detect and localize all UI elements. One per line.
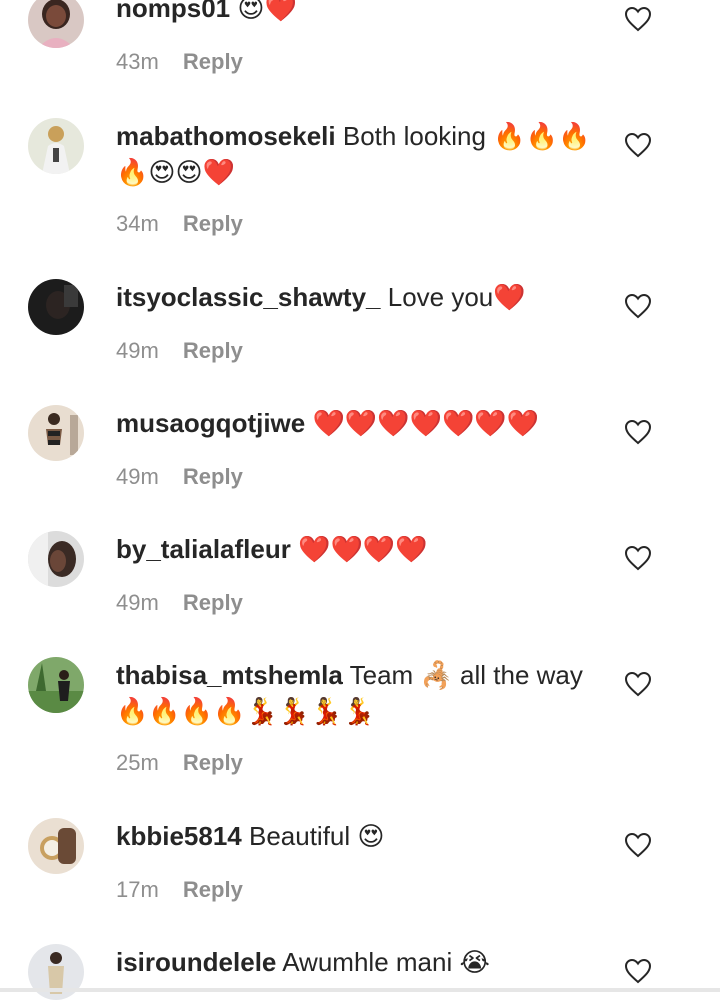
reply-button[interactable]: Reply xyxy=(183,590,243,615)
comment-username[interactable]: by_talialafleur xyxy=(116,534,291,564)
heart-outline-icon[interactable] xyxy=(624,832,652,858)
comment-time: 49m xyxy=(116,590,159,615)
comment-username[interactable]: thabisa_mtshemla xyxy=(116,660,343,690)
comment-body: by_talialafleur ❤️❤️❤️❤️ xyxy=(116,531,606,567)
reply-button[interactable]: Reply xyxy=(183,211,243,236)
comment-text: Love you❤️ xyxy=(387,282,526,312)
reply-button[interactable]: Reply xyxy=(183,49,243,74)
comment-time: 49m xyxy=(116,338,159,363)
comment-text: ❤️❤️❤️❤️❤️❤️❤️ xyxy=(312,408,540,438)
comment-username[interactable]: musaogqotjiwe xyxy=(116,408,305,438)
comment-time: 49m xyxy=(116,464,159,489)
comment-body: kbbie5814 Beautiful 😍 xyxy=(116,818,606,854)
avatar[interactable] xyxy=(28,405,84,461)
comment-time: 43m xyxy=(116,49,159,74)
avatar[interactable] xyxy=(28,531,84,587)
reply-button[interactable]: Reply xyxy=(183,464,243,489)
avatar[interactable] xyxy=(28,657,84,713)
comment-username[interactable]: kbbie5814 xyxy=(116,821,242,851)
comment-time: 25m xyxy=(116,750,159,775)
comment-text: 😍❤️ xyxy=(237,0,297,23)
comment-meta: 49m Reply xyxy=(116,589,243,617)
comment-text: ❤️❤️❤️❤️ xyxy=(298,534,428,564)
heart-outline-icon[interactable] xyxy=(624,6,652,32)
comment-username[interactable]: itsyoclassic_shawty_ xyxy=(116,282,381,312)
comment-username[interactable]: isiroundelele xyxy=(116,947,276,977)
bottom-divider xyxy=(0,988,720,992)
comment-body: mabathomosekeli Both looking 🔥🔥🔥🔥😍😍❤️ xyxy=(116,118,606,190)
comment-meta: 17m Reply xyxy=(116,876,243,904)
comment-time: 17m xyxy=(116,877,159,902)
avatar[interactable] xyxy=(28,279,84,335)
heart-outline-icon[interactable] xyxy=(624,293,652,319)
heart-outline-icon[interactable] xyxy=(624,419,652,445)
comment-meta: 49m Reply xyxy=(116,337,243,365)
heart-outline-icon[interactable] xyxy=(624,132,652,158)
comment-body: itsyoclassic_shawty_ Love you❤️ xyxy=(116,279,606,315)
heart-outline-icon[interactable] xyxy=(624,545,652,571)
reply-button[interactable]: Reply xyxy=(183,750,243,775)
comment-body: nomps01 😍❤️ xyxy=(116,0,606,26)
comment-meta: 34m Reply xyxy=(116,210,243,238)
heart-outline-icon[interactable] xyxy=(624,671,652,697)
avatar[interactable] xyxy=(28,118,84,174)
comments-list: nomps01 😍❤️ 43m Reply mabathomosekeli Bo… xyxy=(0,0,720,1000)
comment-username[interactable]: nomps01 xyxy=(116,0,230,23)
comment-body: isiroundelele Awumhle mani 😭 xyxy=(116,944,606,980)
comment-text: Awumhle mani 😭 xyxy=(282,947,490,977)
comment-time: 34m xyxy=(116,211,159,236)
comment-meta: 49m Reply xyxy=(116,463,243,491)
comment-meta: 25m Reply xyxy=(116,749,243,777)
comment-username[interactable]: mabathomosekeli xyxy=(116,121,336,151)
avatar[interactable] xyxy=(28,0,84,48)
reply-button[interactable]: Reply xyxy=(183,338,243,363)
comment-text: Beautiful 😍 xyxy=(248,821,385,851)
avatar[interactable] xyxy=(28,818,84,874)
heart-outline-icon[interactable] xyxy=(624,958,652,984)
comment-body: thabisa_mtshemla Team 🦂 all the way 🔥🔥🔥🔥… xyxy=(116,657,606,729)
comment-body: musaogqotjiwe ❤️❤️❤️❤️❤️❤️❤️ xyxy=(116,405,606,441)
comment-meta: 43m Reply xyxy=(116,48,243,76)
reply-button[interactable]: Reply xyxy=(183,877,243,902)
